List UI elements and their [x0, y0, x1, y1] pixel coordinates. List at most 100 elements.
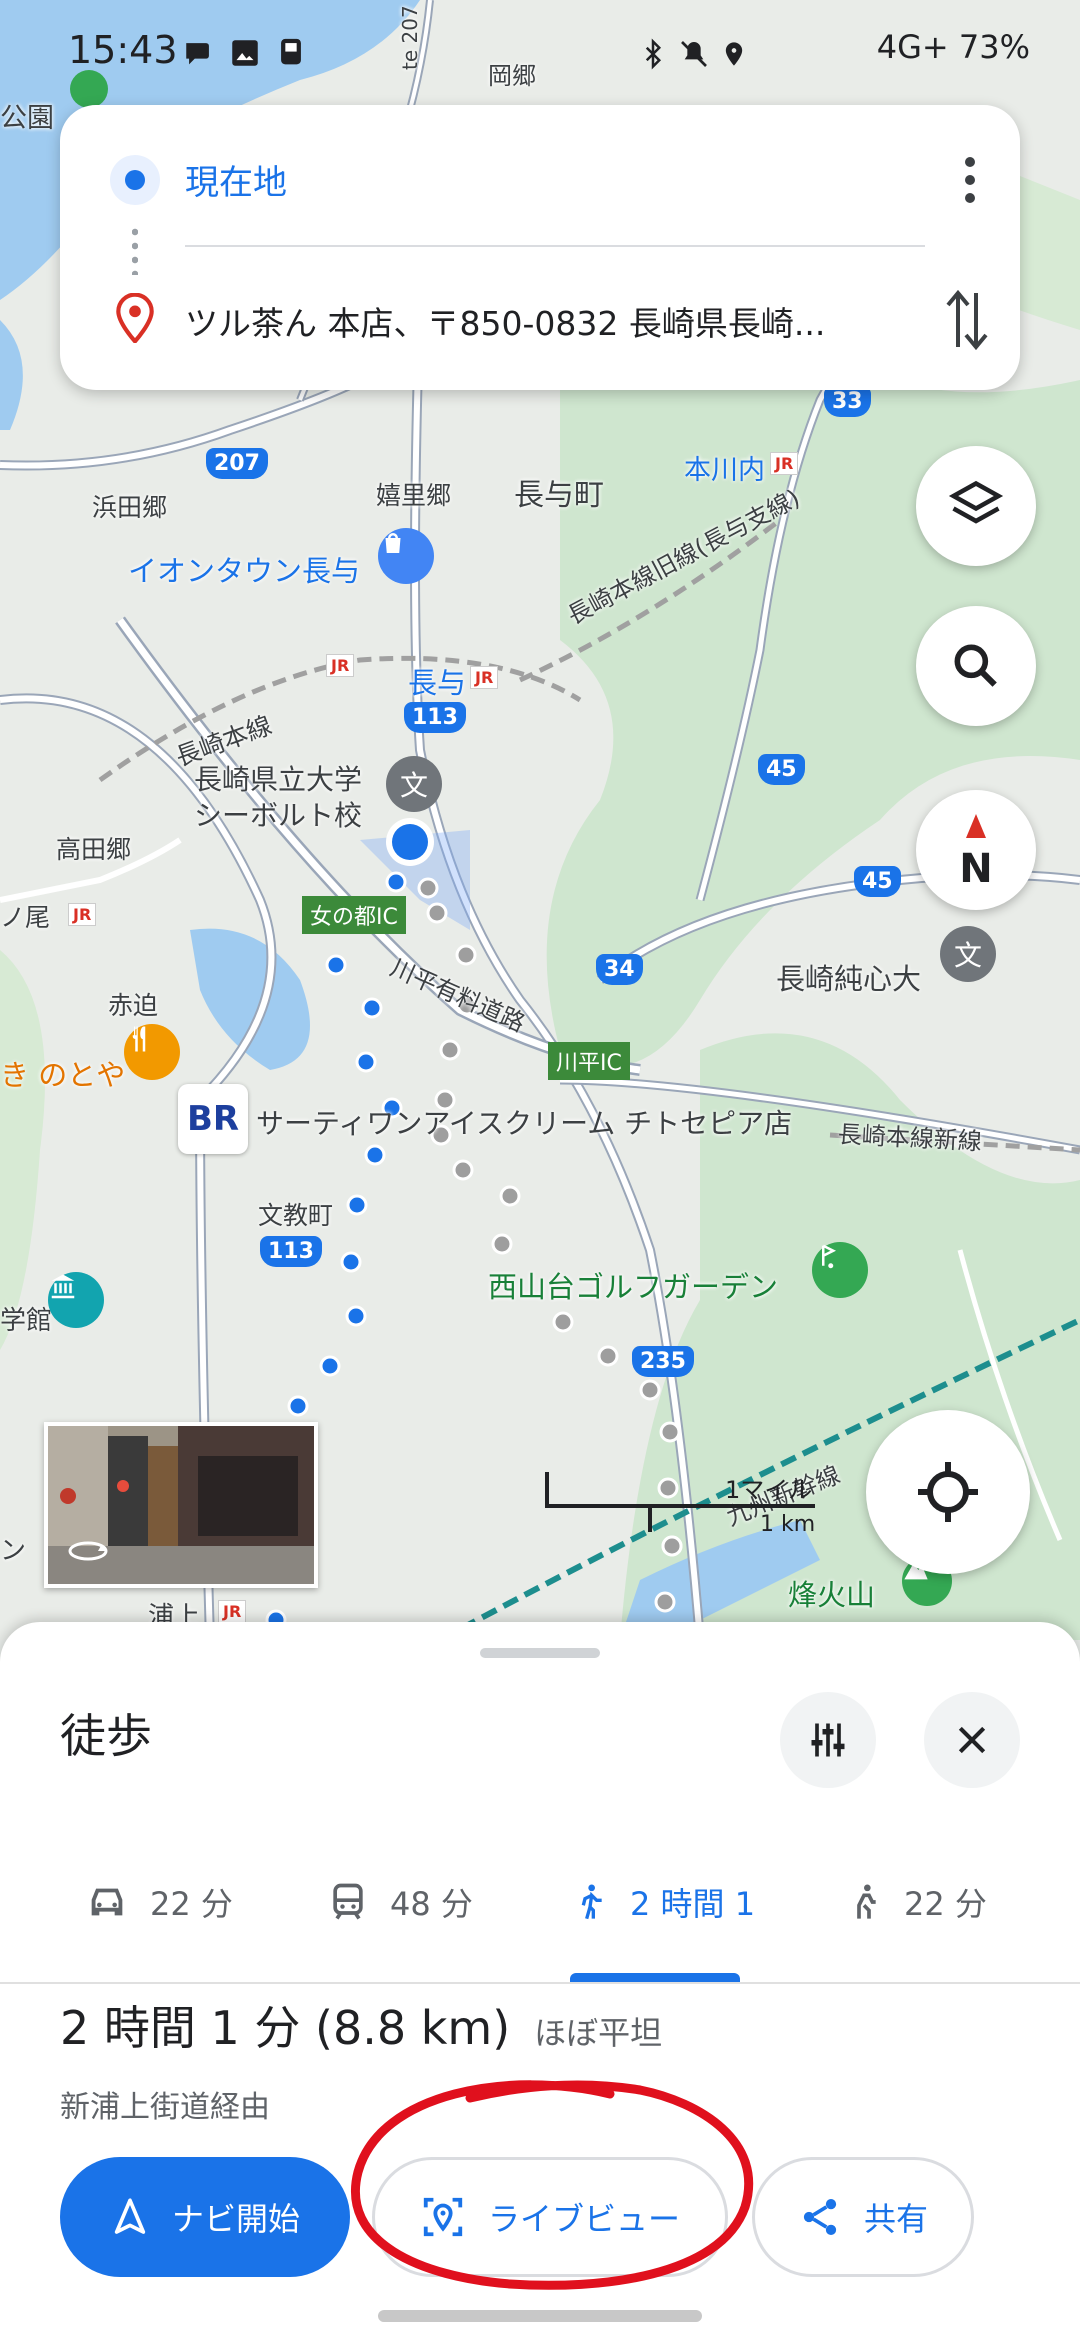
tab-drive[interactable]: 22 分 — [84, 1862, 233, 1942]
home-indicator[interactable] — [378, 2310, 702, 2322]
status-right: 4G+ 73% — [876, 28, 1030, 66]
navigation-arrow-icon — [110, 2197, 150, 2237]
road-shield: 113 — [404, 702, 466, 733]
poi-label: 西山台ゴルフガーデン — [488, 1270, 779, 1304]
travel-mode-tabs: 22 分 48 分 2 時間 1 22 分 — [0, 1822, 1080, 1984]
mute-icon — [681, 41, 707, 67]
road-shield: 207 — [206, 448, 268, 479]
terrain-note: ほぼ平坦 — [534, 2014, 663, 2052]
tab-rideshare[interactable]: 22 分 — [844, 1862, 987, 1942]
poi-label: き のとや — [0, 1058, 126, 1092]
scale-metric: 1 km — [760, 1512, 816, 1537]
status-bar: 15:43 4G+ 73% — [0, 0, 1080, 100]
museum-icon[interactable] — [48, 1272, 104, 1328]
compass-icon: N — [959, 814, 993, 890]
tune-icon — [811, 1723, 845, 1757]
restaurant-icon[interactable] — [124, 1024, 180, 1080]
share-button[interactable]: 共有 — [752, 2157, 974, 2277]
chat-icon — [186, 43, 209, 65]
destination-pin-icon — [115, 292, 155, 345]
station-label: ノ尾 — [0, 903, 51, 932]
location-icon — [725, 42, 743, 66]
golf-icon[interactable] — [812, 1242, 868, 1298]
transit-status-icon — [281, 38, 301, 65]
bluetooth-icon — [645, 38, 662, 70]
share-label: 共有 — [863, 2200, 928, 2238]
poi-label: イオンタウン長与 — [128, 554, 361, 588]
start-navigation-label: ナビ開始 — [171, 2200, 300, 2238]
place-label: ン — [0, 1536, 27, 1566]
tab-walk-label: 2 時間 1 — [630, 1885, 756, 1923]
place-label: 嬉里郷 — [376, 481, 452, 510]
my-location-button[interactable] — [866, 1410, 1030, 1574]
search-button[interactable] — [916, 606, 1036, 726]
directions-card: 現在地 ツル茶ん 本店、〒850-0832 長崎県長崎... — [60, 105, 1020, 390]
close-button[interactable] — [924, 1692, 1020, 1788]
road-shield: 113 — [260, 1236, 322, 1267]
jr-badge: JR — [470, 666, 499, 689]
place-label: 文教町 — [258, 1201, 334, 1230]
road-shield: 33 — [824, 386, 871, 417]
route-options-button[interactable] — [780, 1692, 876, 1788]
search-icon — [954, 644, 997, 687]
tab-rideshare-label: 22 分 — [904, 1885, 987, 1923]
interchange-label: 女の都IC — [302, 896, 406, 934]
route-via: 新浦上街道経由 — [60, 2090, 270, 2125]
baskin-robbins-logo-text: BR — [186, 1099, 240, 1139]
divider — [185, 245, 925, 247]
close-icon — [958, 1726, 986, 1754]
school-icon[interactable]: 文 — [386, 756, 442, 812]
place-label: 長与町 — [514, 478, 604, 513]
rail-label: 長崎本線新線 — [837, 1120, 983, 1156]
origin-dot-icon — [110, 155, 160, 205]
share-icon — [798, 2195, 842, 2239]
transit-icon — [326, 1879, 370, 1925]
place-label: 公園 — [0, 103, 54, 134]
jr-badge: JR — [218, 1600, 247, 1623]
image-icon — [232, 40, 258, 66]
interchange-label: 川平IC — [548, 1042, 630, 1080]
place-label: 高田郷 — [56, 835, 132, 864]
notification-icons — [182, 36, 308, 70]
station-label: 本川内 — [684, 455, 765, 486]
travel-mode-title: 徒歩 — [60, 1709, 152, 1763]
poi-label: サーティワンアイスクリーム チトセピア店 — [256, 1107, 793, 1140]
school-icon[interactable]: 文 — [940, 926, 996, 982]
annotation-circle — [351, 2080, 754, 2290]
destination-field[interactable]: ツル茶ん 本店、〒850-0832 長崎県長崎... — [185, 297, 945, 345]
system-icons — [638, 38, 748, 70]
status-time: 15:43 — [68, 28, 178, 72]
rideshare-icon — [844, 1877, 884, 1927]
route-summary: 2 時間 1 分 (8.8 km) ほぼ平坦 — [60, 1992, 662, 2058]
tab-transit-label: 48 分 — [390, 1885, 473, 1923]
drag-handle[interactable] — [480, 1648, 600, 1658]
place-label: 浜田郷 — [92, 493, 168, 522]
layers-button[interactable] — [916, 446, 1036, 566]
shopping-bag-icon[interactable] — [378, 528, 434, 584]
origin-field[interactable]: 現在地 — [185, 155, 287, 204]
start-navigation-button[interactable]: ナビ開始 — [60, 2157, 350, 2277]
place-label: 赤迫 — [108, 991, 159, 1020]
swap-directions-icon[interactable] — [942, 285, 992, 355]
layers-icon — [948, 480, 1004, 524]
scale-imperial: 1マイル — [725, 1476, 813, 1504]
jr-badge: JR — [68, 903, 97, 926]
compass-button[interactable]: N — [916, 790, 1036, 910]
street-view-thumbnail[interactable] — [44, 1422, 318, 1588]
tab-drive-label: 22 分 — [150, 1885, 233, 1923]
road-shield: 45 — [758, 754, 805, 785]
route-connector — [132, 225, 138, 275]
car-icon — [84, 1879, 130, 1925]
my-location-icon — [918, 1462, 978, 1522]
map-scale: 1マイル 1 km — [545, 1470, 825, 1540]
baskin-robbins-logo[interactable]: BR — [178, 1084, 248, 1154]
road-shield: 235 — [632, 1346, 694, 1377]
poi-label: 長崎県立大学 シーボルト校 — [194, 763, 363, 832]
tab-transit[interactable]: 48 分 — [326, 1862, 473, 1942]
jr-badge: JR — [326, 654, 355, 677]
tab-walk[interactable]: 2 時間 1 — [570, 1862, 755, 1942]
route-duration-distance: 2 時間 1 分 (8.8 km) — [60, 2001, 511, 2055]
jr-badge: JR — [770, 452, 799, 475]
place-label: 学館 — [0, 1306, 53, 1336]
more-options-icon[interactable] — [950, 150, 990, 210]
